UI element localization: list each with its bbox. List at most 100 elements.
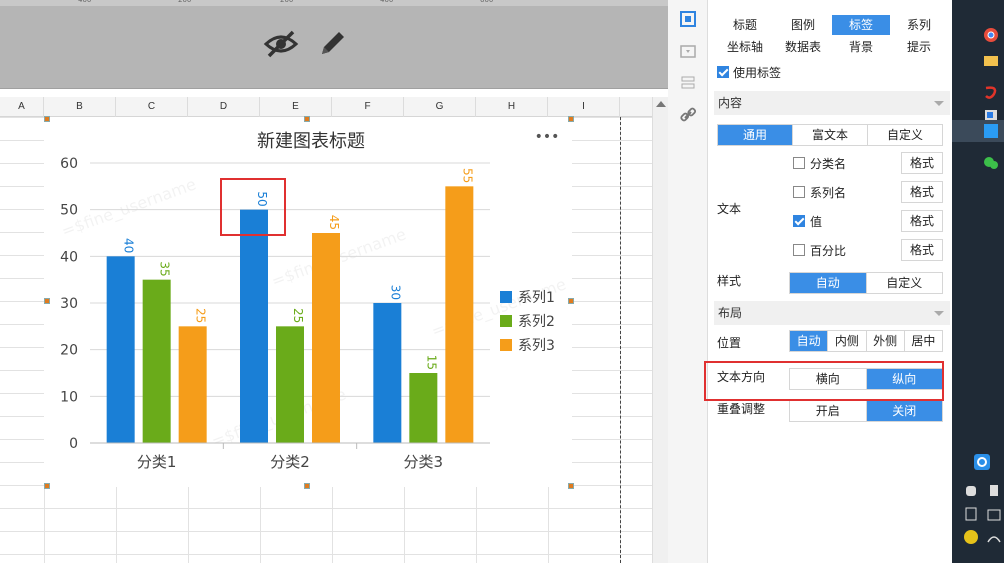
scroll-up-icon[interactable] xyxy=(656,101,666,107)
bar-系列1-分类1 xyxy=(106,256,135,443)
y-tick-label: 60 xyxy=(60,156,78,172)
bar-系列2-分类1 xyxy=(142,279,171,443)
page-break-line xyxy=(620,117,621,563)
link-icon[interactable] xyxy=(677,104,699,126)
ruler-tick: 600 xyxy=(480,0,494,4)
resize-handle[interactable] xyxy=(44,483,50,489)
tab-label[interactable]: 标签 xyxy=(832,15,890,35)
chart-data-icon[interactable] xyxy=(677,40,699,62)
bar-系列1-分类3 xyxy=(373,303,402,443)
style-label: 样式 xyxy=(717,274,742,288)
percent-checkbox[interactable] xyxy=(793,244,805,256)
tray-icon[interactable] xyxy=(952,478,1004,504)
category-format-button[interactable]: 格式 xyxy=(901,152,943,174)
resize-handle[interactable] xyxy=(44,298,50,304)
highlight-box xyxy=(704,361,944,401)
position-center-button[interactable]: 居中 xyxy=(905,331,942,351)
column-header-b[interactable]: B xyxy=(44,97,116,117)
value-label: 值 xyxy=(810,215,823,229)
bar-系列2-分类3 xyxy=(409,373,438,443)
y-tick-label: 30 xyxy=(60,296,78,312)
content-tab-custom[interactable]: 自定义 xyxy=(868,125,942,145)
tab-title[interactable]: 标题 xyxy=(716,15,774,35)
column-header-a[interactable]: A xyxy=(0,97,44,117)
tab-tooltip[interactable]: 提示 xyxy=(890,37,948,57)
y-tick-label: 50 xyxy=(60,203,78,219)
chrome-icon[interactable] xyxy=(952,22,1004,48)
layout-section-header[interactable]: 布局 xyxy=(714,301,950,325)
bar-系列3-分类2 xyxy=(312,233,340,443)
tab-background[interactable]: 背景 xyxy=(832,37,890,57)
use-label-text: 使用标签 xyxy=(733,66,782,80)
eye-off-icon[interactable] xyxy=(263,26,299,62)
y-tick-label: 40 xyxy=(60,249,78,265)
wechat-icon[interactable] xyxy=(952,150,1004,176)
column-header-h[interactable]: H xyxy=(476,97,548,117)
tab-datatable[interactable]: 数据表 xyxy=(774,37,832,57)
tab-axis[interactable]: 坐标轴 xyxy=(716,37,774,57)
content-tab-general[interactable]: 通用 xyxy=(718,125,793,145)
ruler-tick: 200 xyxy=(280,0,294,4)
pencil-icon[interactable] xyxy=(314,26,350,62)
watermark-text: =$fine_username xyxy=(59,174,199,241)
position-outside-button[interactable]: 外侧 xyxy=(867,331,905,351)
position-auto-button[interactable]: 自动 xyxy=(790,331,829,351)
vertical-scrollbar[interactable] xyxy=(652,97,668,563)
resize-handle[interactable] xyxy=(568,116,574,122)
data-label: 35 xyxy=(158,261,172,276)
wifi-icon[interactable] xyxy=(952,526,1004,552)
column-header-g[interactable]: G xyxy=(404,97,476,117)
chart-title: 新建图表标题 xyxy=(257,131,365,152)
overlap-on-button[interactable]: 开启 xyxy=(790,401,867,421)
tab-series[interactable]: 系列 xyxy=(890,15,948,35)
style-auto-button[interactable]: 自动 xyxy=(790,273,867,293)
column-header-e[interactable]: E xyxy=(260,97,332,117)
content-section-header[interactable]: 内容 xyxy=(714,91,950,115)
chart-toolbar xyxy=(0,6,668,89)
content-tab-richtext[interactable]: 富文本 xyxy=(793,125,868,145)
chart-type-icon[interactable] xyxy=(677,72,699,94)
column-header-i[interactable]: I xyxy=(548,97,620,117)
ruler-tick: 400 xyxy=(78,0,92,4)
value-checkbox[interactable] xyxy=(793,215,805,227)
use-label-checkbox[interactable] xyxy=(717,66,729,78)
spreadsheet: ABCDEFGHI =$fine_username =$fine_username… xyxy=(0,97,668,563)
search-app-icon[interactable] xyxy=(952,450,1004,476)
series-format-button[interactable]: 格式 xyxy=(901,181,943,203)
resize-handle[interactable] xyxy=(44,116,50,122)
value-format-button[interactable]: 格式 xyxy=(901,210,943,232)
ruler-tick: 400 xyxy=(380,0,394,4)
series-name-label: 系列名 xyxy=(810,186,847,200)
position-inside-button[interactable]: 内侧 xyxy=(828,331,867,351)
percent-format-button[interactable]: 格式 xyxy=(901,239,943,261)
bar-系列3-分类1 xyxy=(178,326,207,443)
content-mode-tabs: 通用 富文本 自定义 xyxy=(717,124,943,146)
resize-handle[interactable] xyxy=(568,298,574,304)
active-app-icon[interactable] xyxy=(952,120,1004,142)
resize-handle[interactable] xyxy=(304,483,310,489)
chart-container[interactable]: =$fine_username=$fine_username=$fine_use… xyxy=(44,117,572,487)
resize-handle[interactable] xyxy=(304,116,310,122)
x-tick-label: 分类1 xyxy=(137,453,177,471)
column-header-d[interactable]: D xyxy=(188,97,260,117)
properties-panel: 标题 图例 标签 系列 坐标轴 数据表 背景 提示 使用标签 内容 通用 富文本… xyxy=(704,0,952,563)
style-custom-button[interactable]: 自定义 xyxy=(867,273,943,293)
app-icon[interactable] xyxy=(952,80,1004,106)
x-tick-label: 分类3 xyxy=(404,453,444,471)
series-name-checkbox[interactable] xyxy=(793,186,805,198)
text-label: 文本 xyxy=(717,202,742,216)
data-label: 15 xyxy=(424,355,438,370)
bar-chart: =$fine_username=$fine_username=$fine_use… xyxy=(59,129,569,471)
tab-legend[interactable]: 图例 xyxy=(774,15,832,35)
column-header-f[interactable]: F xyxy=(332,97,404,117)
bar-系列2-分类2 xyxy=(276,326,304,443)
category-name-checkbox[interactable] xyxy=(793,157,805,169)
y-tick-label: 0 xyxy=(69,436,78,452)
folder-icon[interactable] xyxy=(952,48,1004,74)
tray-icon[interactable] xyxy=(952,502,1004,528)
overlap-off-button[interactable]: 关闭 xyxy=(866,401,942,421)
column-header-c[interactable]: C xyxy=(116,97,188,117)
resize-handle[interactable] xyxy=(568,483,574,489)
chart-style-icon[interactable] xyxy=(677,8,699,30)
content-section-title: 内容 xyxy=(718,96,743,110)
